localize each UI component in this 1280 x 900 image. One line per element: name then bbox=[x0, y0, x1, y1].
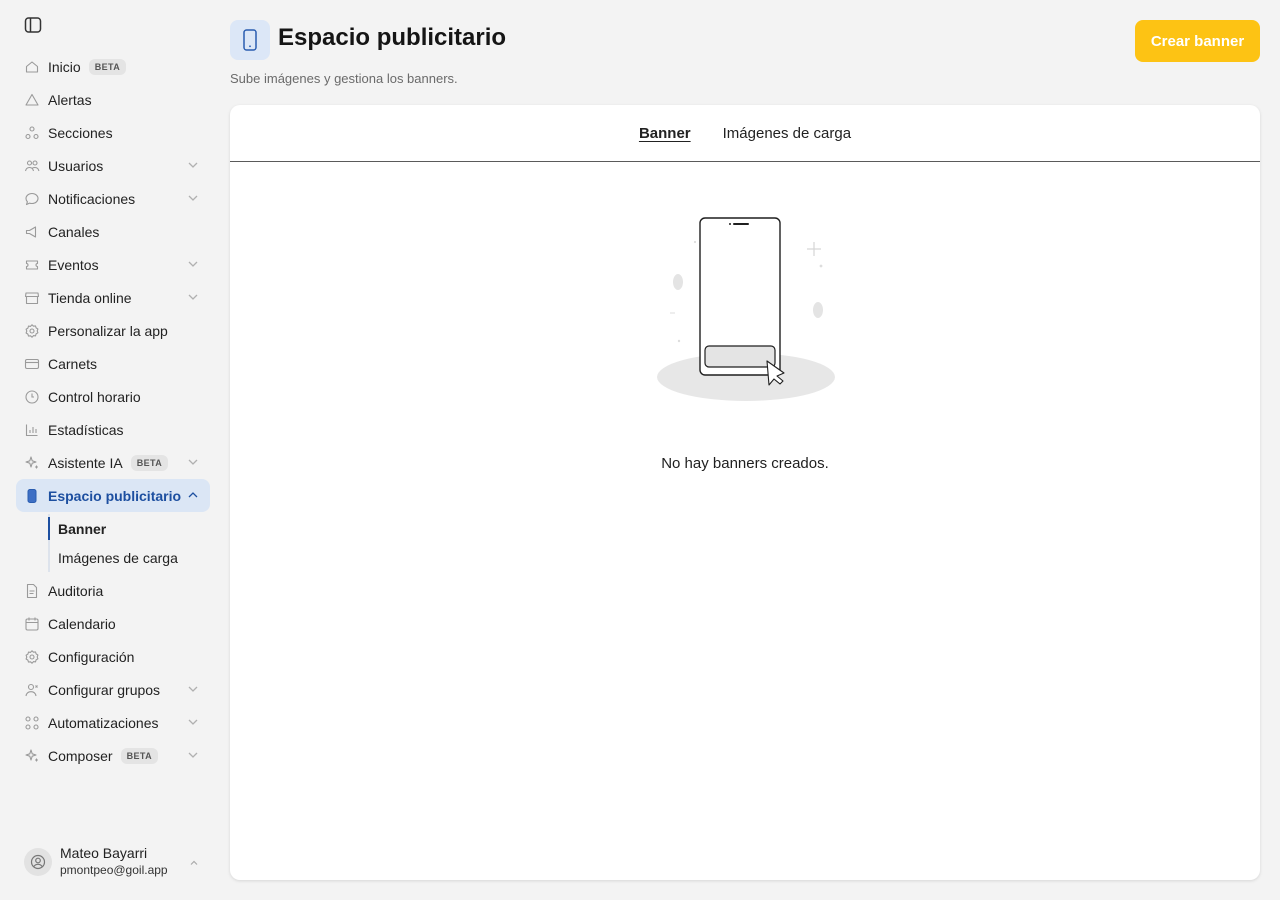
chevron-down-icon[interactable] bbox=[186, 748, 200, 762]
chevron-down-icon[interactable] bbox=[186, 257, 200, 271]
sidebar-item-estadisticas[interactable]: Estadísticas bbox=[16, 413, 210, 446]
sidebar-item-automatizaciones[interactable]: Automatizaciones bbox=[16, 706, 210, 739]
empty-state-message: No hay banners creados. bbox=[661, 455, 829, 472]
sidebar-item-label: Automatizaciones bbox=[48, 714, 159, 731]
calendar-icon bbox=[24, 616, 40, 632]
sidebar-item-label: Carnets bbox=[48, 355, 98, 372]
beta-badge: BETA bbox=[130, 454, 169, 471]
subnav-item-banner[interactable]: Banner bbox=[48, 514, 210, 543]
subnav: Banner Imágenes de carga bbox=[48, 512, 210, 574]
sidebar-item-label: Tienda online bbox=[48, 289, 132, 306]
tab-banner[interactable]: Banner bbox=[639, 125, 691, 142]
sidebar-item-label: Configuración bbox=[48, 648, 135, 665]
clock-icon bbox=[24, 389, 40, 405]
chevron-up-icon[interactable] bbox=[186, 488, 200, 502]
sidebar-item-label: Configurar grupos bbox=[48, 681, 161, 698]
sidebar-item-notificaciones[interactable]: Notificaciones bbox=[16, 182, 210, 215]
sidebar-item-asistente-ia[interactable]: Asistente IA BETA bbox=[16, 446, 210, 479]
sidebar-item-label: Notificaciones bbox=[48, 190, 136, 207]
ticket-icon bbox=[24, 257, 40, 273]
sparkle-icon bbox=[24, 455, 40, 471]
user-name: Mateo Bayarri bbox=[60, 845, 148, 861]
chevron-down-icon[interactable] bbox=[186, 191, 200, 205]
sidebar-item-espacio-publicitario[interactable]: Espacio publicitario bbox=[16, 479, 210, 512]
chat-bubble-icon bbox=[24, 191, 40, 207]
sidebar-item-label: Eventos bbox=[48, 256, 99, 273]
page-title: Espacio publicitario bbox=[278, 24, 507, 51]
gear-icon bbox=[24, 323, 40, 339]
tab-loading-images[interactable]: Imágenes de carga bbox=[723, 125, 851, 142]
sidebar-item-usuarios[interactable]: Usuarios bbox=[16, 149, 210, 182]
sidebar-item-label: Canales bbox=[48, 223, 100, 240]
sidebar-item-label: Estadísticas bbox=[48, 421, 124, 438]
sidebar-item-label: Calendario bbox=[48, 615, 116, 632]
bar-chart-icon bbox=[24, 422, 40, 438]
sidebar-item-alertas[interactable]: Alertas bbox=[16, 83, 210, 116]
sidebar-item-configurar-grupos[interactable]: Configurar grupos bbox=[16, 673, 210, 706]
chevron-down-icon[interactable] bbox=[186, 682, 200, 696]
sidebar-item-label: Alertas bbox=[48, 91, 92, 108]
home-icon bbox=[24, 59, 40, 75]
avatar bbox=[24, 848, 52, 876]
sidebar-item-label: Usuarios bbox=[48, 157, 104, 174]
chevron-down-icon[interactable] bbox=[186, 455, 200, 469]
sidebar: Inicio BETA Alertas Secciones Usuarios Notifi… bbox=[0, 0, 222, 900]
subnav-item-imagenes-de-carga[interactable]: Imágenes de carga bbox=[48, 543, 210, 572]
users-icon bbox=[24, 158, 40, 174]
sidebar-item-control-horario[interactable]: Control horario bbox=[16, 380, 210, 413]
sidebar-item-inicio[interactable]: Inicio BETA bbox=[16, 50, 210, 83]
sidebar-item-label: Secciones bbox=[48, 124, 113, 141]
sidebar-item-label: Inicio bbox=[48, 58, 81, 75]
chevron-down-icon[interactable] bbox=[186, 715, 200, 729]
sidebar-item-auditoria[interactable]: Auditoria bbox=[16, 574, 210, 607]
sidebar-item-canales[interactable]: Canales bbox=[16, 215, 210, 248]
sidebar-item-tienda-online[interactable]: Tienda online bbox=[16, 281, 210, 314]
store-icon bbox=[24, 290, 40, 306]
content-card: Banner Imágenes de carga No hay banners … bbox=[230, 105, 1260, 880]
sparkle-icon bbox=[24, 748, 40, 764]
sidebar-item-carnets[interactable]: Carnets bbox=[16, 347, 210, 380]
phone-icon bbox=[24, 488, 40, 504]
sidebar-item-personalizar-la-app[interactable]: Personalizar la app bbox=[16, 314, 210, 347]
user-group-icon bbox=[24, 682, 40, 698]
alert-triangle-icon bbox=[24, 92, 40, 108]
phone-icon bbox=[230, 20, 270, 60]
document-icon bbox=[24, 583, 40, 599]
chevron-up-icon bbox=[188, 856, 200, 868]
card-icon bbox=[24, 356, 40, 372]
sidebar-item-label: Control horario bbox=[48, 388, 141, 405]
sidebar-item-configuracion[interactable]: Configuración bbox=[16, 640, 210, 673]
sidebar-item-label: Composer bbox=[48, 747, 113, 764]
megaphone-icon bbox=[24, 224, 40, 240]
sidebar-item-label: Auditoria bbox=[48, 582, 104, 599]
sidebar-item-label: Personalizar la app bbox=[48, 322, 168, 339]
sidebar-item-eventos[interactable]: Eventos bbox=[16, 248, 210, 281]
chevron-down-icon[interactable] bbox=[186, 158, 200, 172]
sidebar-nav: Inicio BETA Alertas Secciones Usuarios Notifi… bbox=[16, 50, 210, 772]
sidebar-item-composer[interactable]: Composer BETA bbox=[16, 739, 210, 772]
create-banner-button[interactable]: Crear banner bbox=[1135, 20, 1260, 62]
sidebar-toggle-icon[interactable] bbox=[24, 16, 44, 36]
gear-icon bbox=[24, 649, 40, 665]
sidebar-item-label: Asistente IA bbox=[48, 454, 123, 471]
sidebar-item-calendario[interactable]: Calendario bbox=[16, 607, 210, 640]
sidebar-item-secciones[interactable]: Secciones bbox=[16, 116, 210, 149]
automation-icon bbox=[24, 715, 40, 731]
chevron-down-icon[interactable] bbox=[186, 290, 200, 304]
sidebar-item-label: Espacio publicitario bbox=[48, 487, 182, 504]
user-email: pmontpeo@goil.app bbox=[60, 863, 168, 877]
empty-state-illustration bbox=[650, 210, 850, 410]
beta-badge: BETA bbox=[88, 58, 127, 75]
beta-badge: BETA bbox=[120, 747, 159, 764]
sections-icon bbox=[24, 125, 40, 141]
tab-bar: Banner Imágenes de carga bbox=[230, 105, 1260, 162]
page-subtitle: Sube imágenes y gestiona los banners. bbox=[230, 71, 458, 86]
user-profile[interactable]: Mateo Bayarri pmontpeo@goil.app bbox=[24, 844, 204, 880]
